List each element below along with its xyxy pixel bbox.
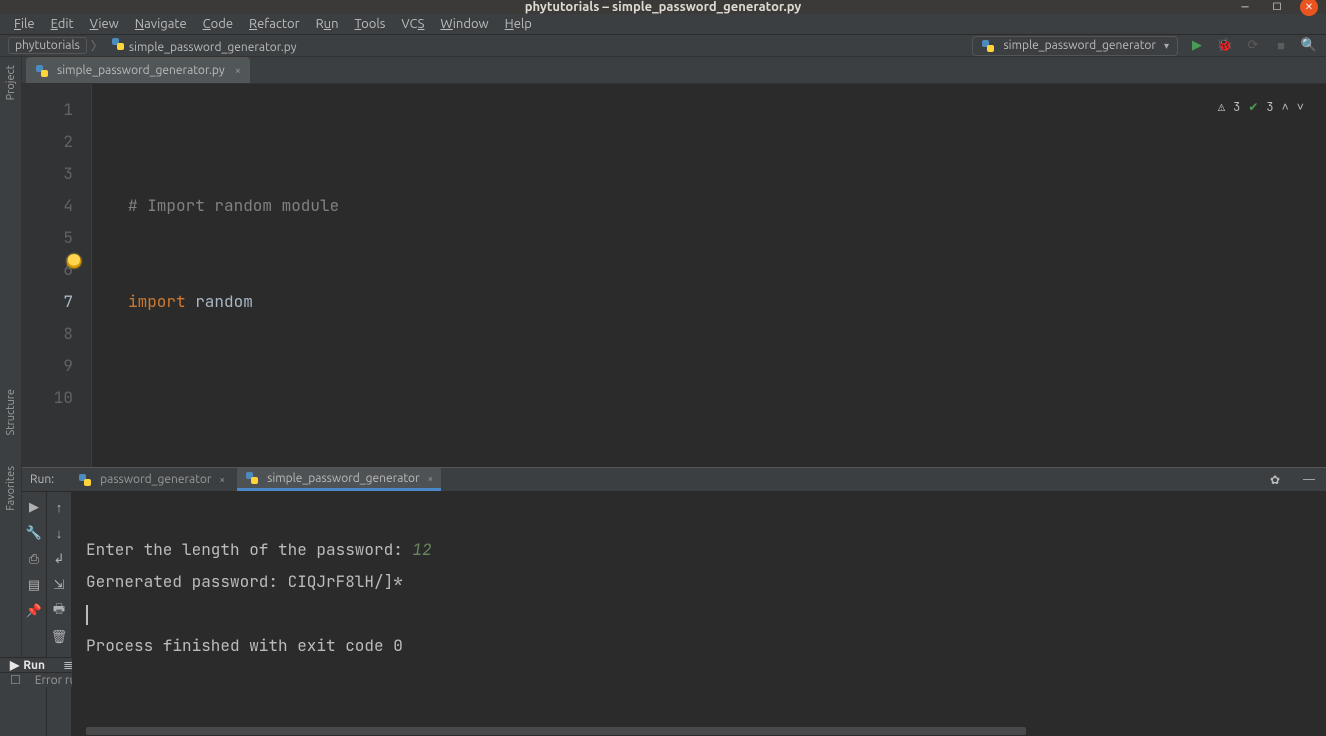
run-tab-active[interactable]: simple_password_generator × [237,468,441,491]
menu-code[interactable]: Code [195,14,241,34]
debug-button[interactable]: 🐞 [1216,37,1234,55]
python-file-icon [111,37,125,51]
menu-navigate[interactable]: Navigate [127,14,195,34]
chevron-up-icon[interactable]: ˄ [1282,91,1289,123]
code-content[interactable]: # Import random module import random # S… [92,84,1326,467]
left-tool-strip-lower: Structure Favorites [0,381,22,641]
ok-icon: ✔ [1248,91,1258,123]
code-editor[interactable]: 1 2 3 4 5 6 7 8 9 10 # Import random mod… [22,84,1326,467]
run-tool-header: Run: password_generator × simple_passwor… [22,468,1326,492]
maximize-icon[interactable]: ☐ [1268,0,1286,16]
search-everywhere-icon[interactable]: 🔍 [1300,37,1318,55]
run-left-toolbar: ▶ 🔧 ⎙ ▤ 📌 [22,492,47,736]
tool-favorites[interactable]: Favorites [5,466,17,511]
python-file-icon [35,64,49,78]
editor-tabs: simple_password_generator.py × [22,57,1326,84]
up-icon[interactable]: ↑ [50,498,68,516]
menubar: File Edit View Navigate Code Refactor Ru… [0,14,1326,35]
breadcrumb-project[interactable]: phytutorials [8,37,87,54]
run-config-selector[interactable]: simple_password_generator [972,36,1178,56]
filter-icon[interactable]: ⎙ [25,550,43,568]
chevron-down-icon [1160,39,1169,52]
intention-bulb-icon[interactable] [67,254,81,268]
inspection-widget[interactable]: ⚠3 ✔3 ˄ ˅ [1214,90,1308,124]
python-icon [78,473,92,487]
tool-windows-icon[interactable]: ☐ [10,673,21,687]
minimize-icon[interactable]: ─ [1236,0,1254,16]
menu-vcs[interactable]: VCS [393,14,432,34]
menu-help[interactable]: Help [497,14,540,34]
run-tab-inactive[interactable]: password_generator × [70,468,233,491]
line-gutter: 1 2 3 4 5 6 7 8 9 10 [22,84,92,467]
down-icon[interactable]: ↓ [50,524,68,542]
pin-icon[interactable]: 📌 [25,602,43,620]
tool-run[interactable]: ▶ Run [10,658,45,672]
close-icon[interactable]: × [219,474,225,485]
run-button[interactable]: ▶ [1188,37,1206,55]
run-left-toolbar-2: ↑ ↓ ↲ ⇲ 🖶 🗑 [47,492,72,736]
menu-tools[interactable]: Tools [347,14,394,34]
horizontal-scrollbar[interactable] [86,727,1026,735]
chevron-down-icon[interactable]: ˅ [1297,91,1304,123]
main-area: Project simple_password_generator.py × 1… [0,57,1326,657]
breadcrumb-file[interactable]: simple_password_generator.py [107,35,301,56]
scroll-icon[interactable]: ⇲ [50,576,68,594]
gear-icon[interactable]: ✿ [1266,471,1284,489]
breadcrumb: phytutorials 〉 simple_password_generator… [8,35,301,56]
run-config-label: simple_password_generator [1003,39,1156,52]
menu-view[interactable]: View [82,14,127,34]
navigation-toolbar: phytutorials 〉 simple_password_generator… [0,35,1326,57]
layout-icon[interactable]: ▤ [25,576,43,594]
tool-structure[interactable]: Structure [5,389,17,436]
menu-window[interactable]: Window [432,14,496,34]
menu-file[interactable]: File [6,14,43,34]
menu-edit[interactable]: Edit [43,14,82,34]
run-tool-window: Run: password_generator × simple_passwor… [22,467,1326,657]
menu-run[interactable]: Run [308,14,347,34]
rerun-icon[interactable]: ▶ [25,498,43,516]
trash-icon[interactable]: 🗑 [50,628,68,646]
python-icon [981,39,995,53]
run-tabs: password_generator × simple_password_gen… [70,468,441,491]
wrench-icon[interactable]: 🔧 [25,524,43,542]
editor-tab-active[interactable]: simple_password_generator.py × [26,57,250,83]
editor-tab-label: simple_password_generator.py [57,64,225,77]
wrap-icon[interactable]: ↲ [50,550,68,568]
print-icon[interactable]: 🖶 [50,602,68,620]
warning-icon: ⚠ [1218,91,1225,123]
coverage-button[interactable]: ⟳ [1244,37,1262,55]
close-icon[interactable]: ✕ [1300,0,1318,16]
python-icon [245,471,259,485]
close-tab-icon[interactable]: × [235,65,241,77]
window-titlebar: phytutorials – simple_password_generator… [0,0,1326,14]
run-label: Run: [30,473,54,486]
stop-button: ■ [1272,37,1290,55]
window-title: phytutorials – simple_password_generator… [525,0,802,14]
tool-project[interactable]: Project [5,65,17,100]
close-icon[interactable]: × [428,473,434,484]
run-console[interactable]: Enter the length of the password: 12 Ger… [72,492,1326,736]
menu-refactor[interactable]: Refactor [241,14,308,34]
hide-icon[interactable]: — [1300,471,1318,489]
